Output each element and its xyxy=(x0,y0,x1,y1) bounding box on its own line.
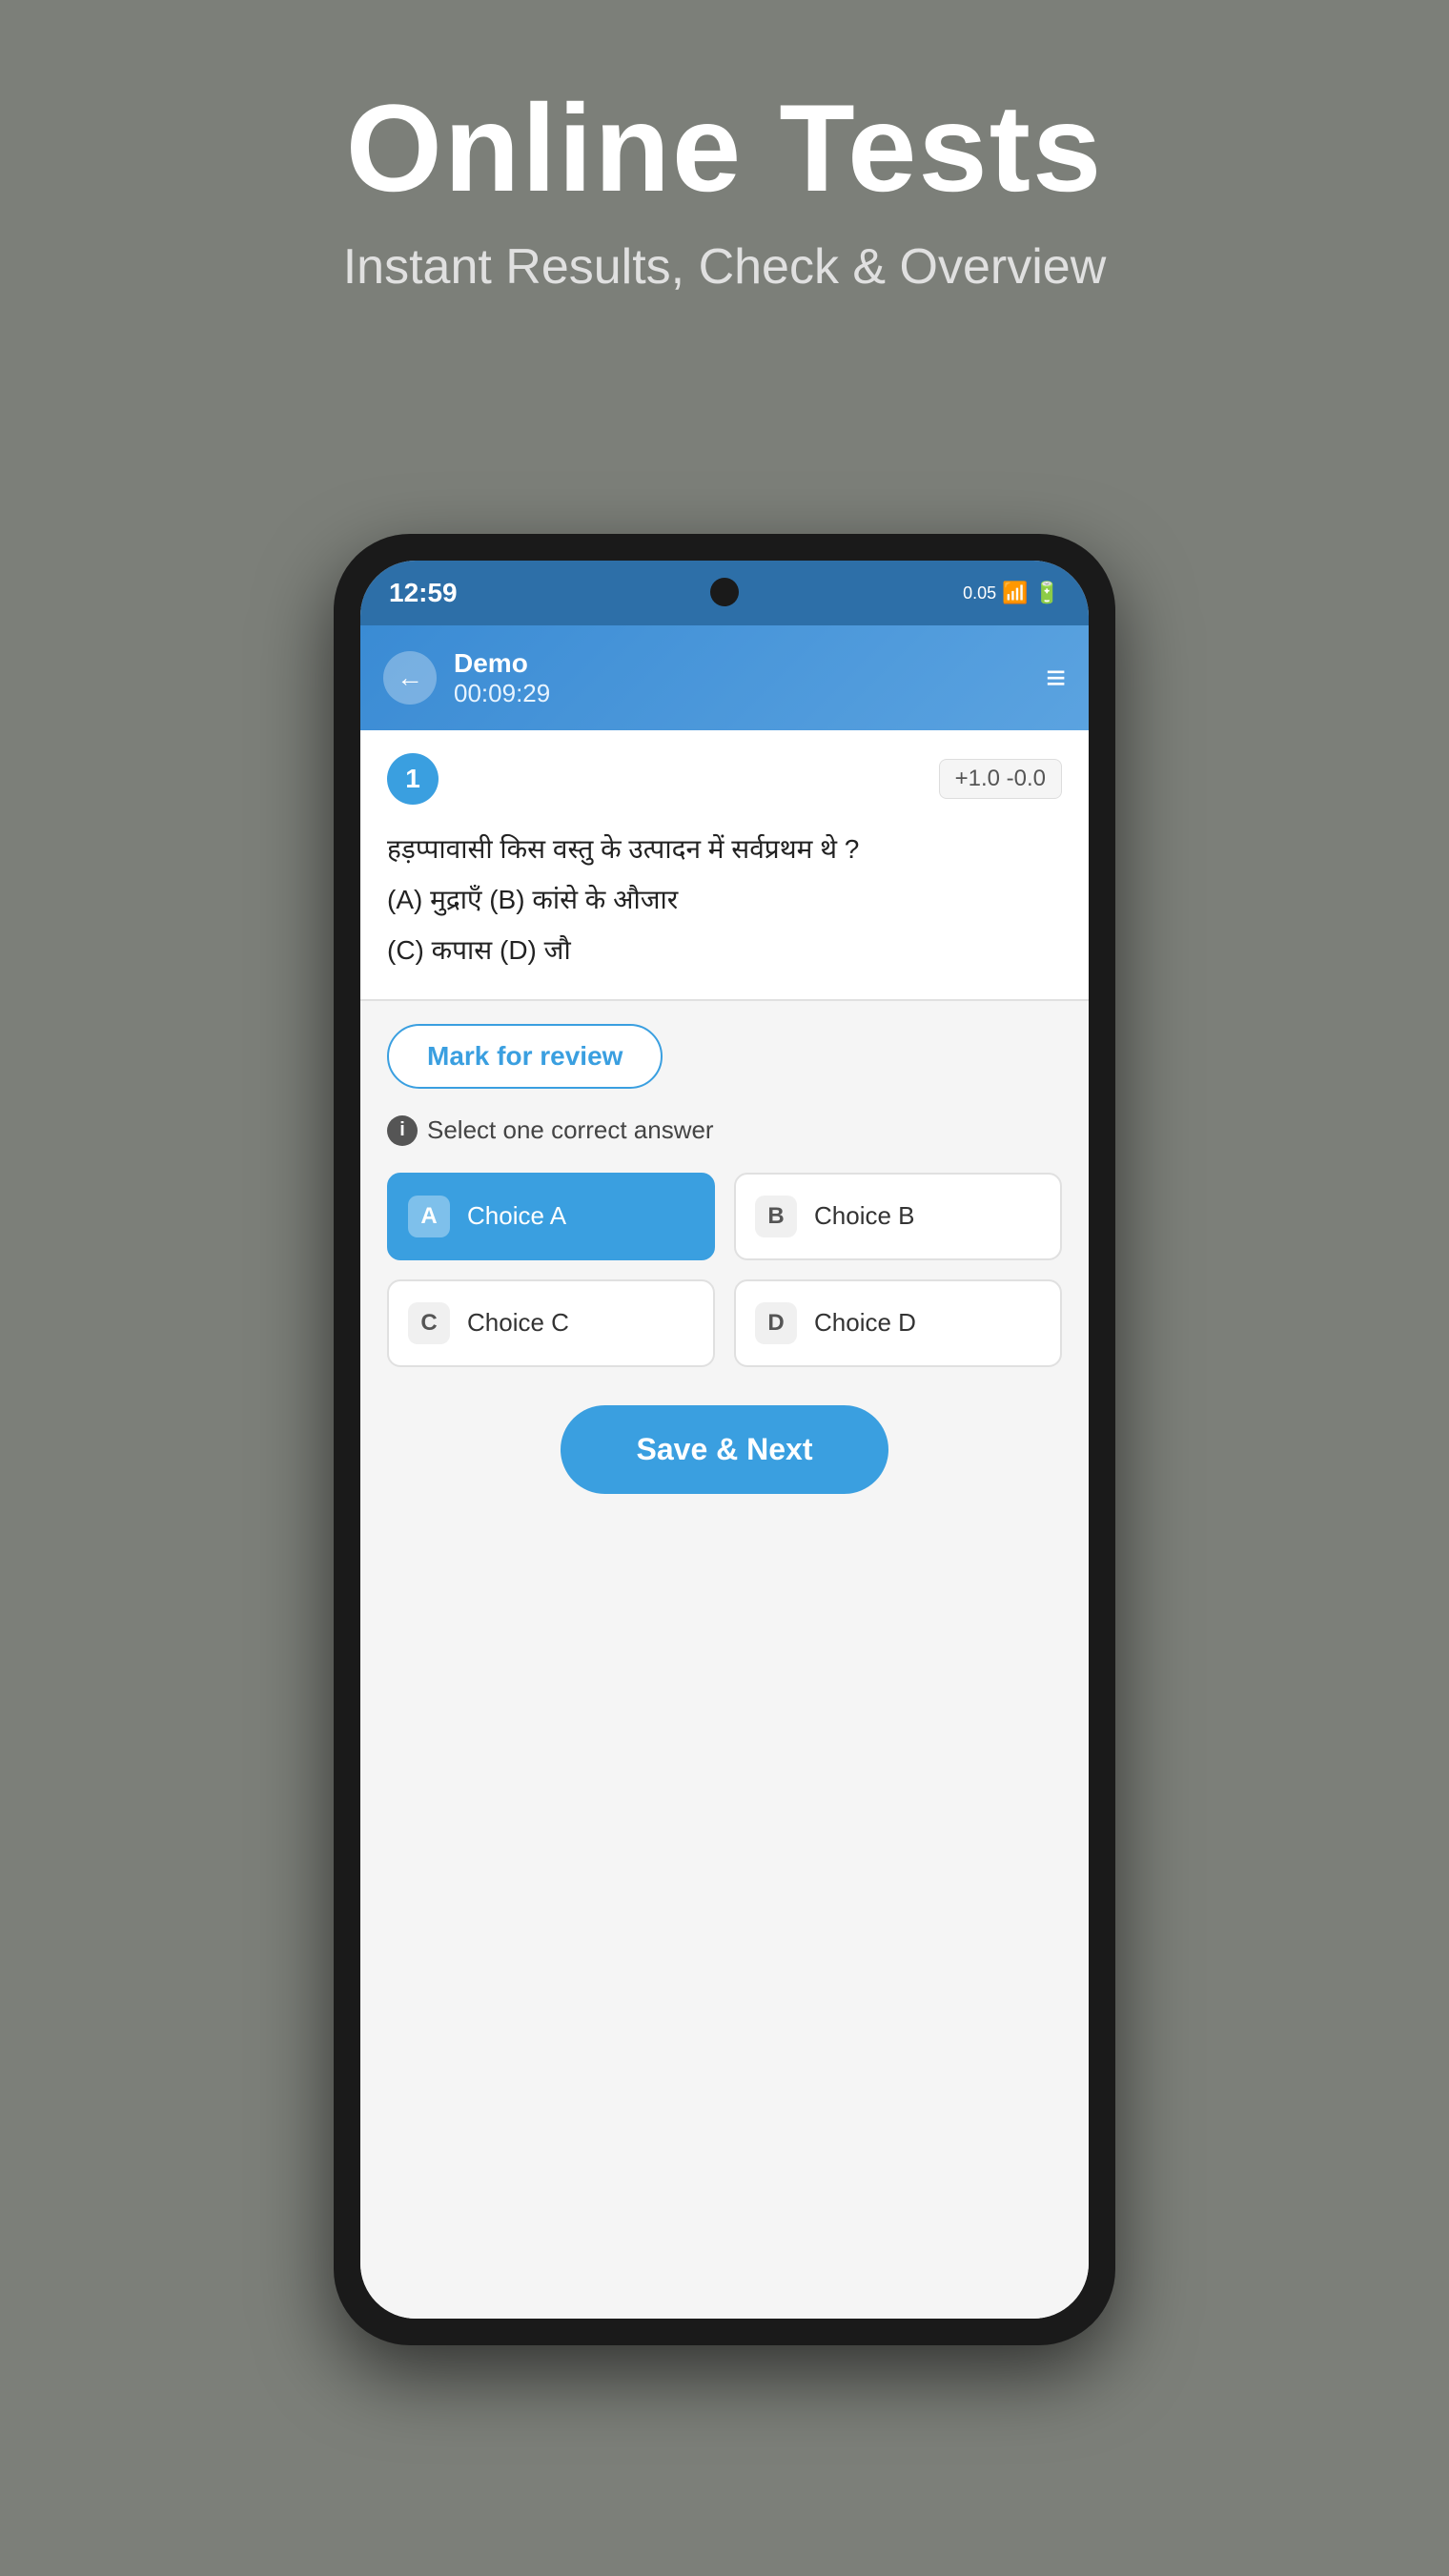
question-number-badge: 1 xyxy=(387,753,439,805)
page-subtitle: Instant Results, Check & Overview xyxy=(0,238,1449,296)
question-text: हड़प्पावासी किस वस्तु के उत्पादन में सर्… xyxy=(387,824,1062,976)
choices-grid: A Choice A B Choice B C Choice C xyxy=(387,1173,1062,1367)
back-button[interactable]: ← xyxy=(383,651,437,705)
info-icon: i xyxy=(387,1115,418,1146)
choice-c-button[interactable]: C Choice C xyxy=(387,1279,715,1367)
network-icon: 📶 xyxy=(1002,581,1028,605)
status-icons: 0.05 📶 🔋 xyxy=(963,581,1060,605)
question-line2: (A) मुद्राएँ (B) कांसे के औजार xyxy=(387,874,1062,925)
phone-screen: 12:59 0.05 📶 🔋 ← Demo 00:09:29 xyxy=(360,561,1089,2319)
status-bar: 12:59 0.05 📶 🔋 xyxy=(360,561,1089,625)
question-line3: (C) कपास (D) जौ xyxy=(387,925,1062,975)
choice-c-letter: C xyxy=(408,1302,450,1344)
header-title-block: Demo 00:09:29 xyxy=(454,648,550,708)
save-next-button[interactable]: Save & Next xyxy=(561,1405,889,1494)
menu-button[interactable]: ≡ xyxy=(1046,658,1066,698)
phone-content: 12:59 0.05 📶 🔋 ← Demo 00:09:29 xyxy=(360,561,1089,2319)
question-line1: हड़प्पावासी किस वस्तु के उत्पादन में सर्… xyxy=(387,824,1062,874)
app-header: ← Demo 00:09:29 ≡ xyxy=(360,625,1089,730)
choice-b-label: Choice B xyxy=(814,1201,915,1231)
choice-c-label: Choice C xyxy=(467,1308,569,1338)
mark-for-review-button[interactable]: Mark for review xyxy=(387,1024,663,1089)
question-number-row: 1 +1.0 -0.0 xyxy=(387,753,1062,805)
page-title-section: Online Tests Instant Results, Check & Ov… xyxy=(0,76,1449,296)
question-area: 1 +1.0 -0.0 हड़प्पावासी किस वस्तु के उत्… xyxy=(360,730,1089,1001)
marks-badge: +1.0 -0.0 xyxy=(939,759,1062,799)
choice-a-letter: A xyxy=(408,1196,450,1237)
instruction-text: Select one correct answer xyxy=(427,1115,714,1145)
select-instruction: i Select one correct answer xyxy=(387,1115,1062,1146)
demo-label: Demo xyxy=(454,648,550,679)
battery-icon: 🔋 xyxy=(1034,581,1060,605)
camera-notch xyxy=(710,578,739,606)
choice-b-letter: B xyxy=(755,1196,797,1237)
choice-a-button[interactable]: A Choice A xyxy=(387,1173,715,1260)
choice-d-letter: D xyxy=(755,1302,797,1344)
phone-frame: 12:59 0.05 📶 🔋 ← Demo 00:09:29 xyxy=(334,534,1115,2345)
header-left: ← Demo 00:09:29 xyxy=(383,648,550,708)
signal-text: 0.05 xyxy=(963,583,996,603)
status-time: 12:59 xyxy=(389,578,458,608)
answer-section: Mark for review i Select one correct ans… xyxy=(360,1001,1089,2319)
timer-display: 00:09:29 xyxy=(454,679,550,708)
phone-wrapper: 12:59 0.05 📶 🔋 ← Demo 00:09:29 xyxy=(334,534,1115,2345)
choice-d-button[interactable]: D Choice D xyxy=(734,1279,1062,1367)
choice-a-label: Choice A xyxy=(467,1201,566,1231)
page-title: Online Tests xyxy=(0,76,1449,219)
choice-b-button[interactable]: B Choice B xyxy=(734,1173,1062,1260)
choice-d-label: Choice D xyxy=(814,1308,916,1338)
